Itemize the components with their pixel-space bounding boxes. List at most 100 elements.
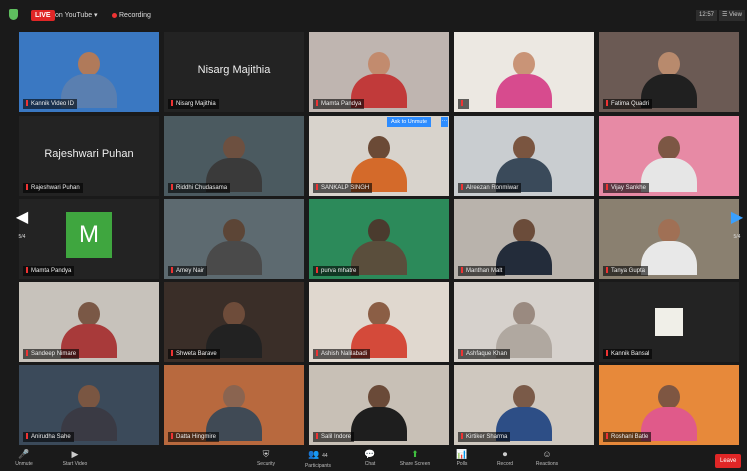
participant-tile[interactable]: Ashish Nalilabadi bbox=[309, 282, 449, 362]
participant-face bbox=[658, 219, 680, 243]
participant-tile[interactable]: Datta Hingmire bbox=[164, 365, 304, 445]
muted-mic-icon bbox=[171, 184, 173, 190]
share-screen-button[interactable]: ⬆ Share Screen bbox=[395, 449, 435, 469]
muted-mic-icon bbox=[316, 100, 318, 106]
participant-tile[interactable] bbox=[454, 32, 594, 112]
muted-mic-icon bbox=[171, 350, 173, 356]
participant-tile[interactable]: Anirudha Sahe bbox=[19, 365, 159, 445]
participant-tile[interactable]: Tanya Gupta bbox=[599, 199, 739, 279]
view-button[interactable]: ☰ View bbox=[719, 10, 745, 21]
participant-tile[interactable]: Amey Nair bbox=[164, 199, 304, 279]
muted-mic-icon bbox=[316, 433, 318, 439]
participant-name: Roshani Batle bbox=[611, 434, 649, 440]
participant-tile[interactable]: Ashfaque Khan bbox=[454, 282, 594, 362]
participant-name: Alreezan Ronmiwar bbox=[466, 185, 519, 191]
participant-tile[interactable]: Manthan Malt bbox=[454, 199, 594, 279]
unmute-button[interactable]: 🎤 Unmute bbox=[4, 449, 44, 469]
participant-tile[interactable]: Ask to Unmute ··· SANKALP SINGH bbox=[309, 116, 449, 196]
participant-name: Datta Hingmire bbox=[176, 434, 217, 440]
meeting-toolbar: 🎤 Unmute ▶ Start Video ⛨ Security 👥 44 P… bbox=[0, 447, 747, 471]
participant-nameplate: Fatima Quadri bbox=[603, 99, 653, 109]
muted-mic-icon bbox=[171, 100, 173, 106]
participant-avatar: M bbox=[66, 212, 112, 258]
participant-tile[interactable]: Vijay Sankhe bbox=[599, 116, 739, 196]
microphone-muted-icon: 🎤 bbox=[18, 449, 30, 459]
muted-mic-icon bbox=[171, 267, 173, 273]
polls-button[interactable]: 📊 Polls bbox=[442, 449, 482, 469]
participant-nameplate: Ashfaque Khan bbox=[458, 349, 511, 359]
participant-face bbox=[368, 136, 390, 160]
shield-icon: ⛨ bbox=[262, 449, 270, 459]
participant-tile[interactable]: Kannik Video ID bbox=[19, 32, 159, 112]
participant-tile[interactable]: Kannik Bansal bbox=[599, 282, 739, 362]
participant-face bbox=[368, 52, 390, 76]
participant-name: Kannik Bansal bbox=[611, 351, 650, 357]
participants-button[interactable]: 👥 44 Participants bbox=[298, 449, 338, 469]
start-video-button[interactable]: ▶ Start Video bbox=[55, 449, 95, 469]
participant-name: Amey Nair bbox=[176, 268, 205, 274]
participant-tile[interactable]: Alreezan Ronmiwar bbox=[454, 116, 594, 196]
muted-mic-icon bbox=[461, 184, 463, 190]
participant-tile[interactable]: Mamta Pandya bbox=[309, 32, 449, 112]
record-icon: ⏺ bbox=[502, 449, 508, 459]
security-shield-icon[interactable] bbox=[9, 9, 18, 20]
participant-video-frozen bbox=[655, 308, 683, 336]
participant-tile[interactable]: Riddhi Chudasama bbox=[164, 116, 304, 196]
participant-face bbox=[223, 302, 245, 326]
participant-nameplate: Amey Nair bbox=[168, 266, 208, 276]
participant-face bbox=[223, 219, 245, 243]
participant-tile[interactable]: Sandeep Nimare bbox=[19, 282, 159, 362]
reactions-button[interactable]: ☺ Reactions bbox=[527, 449, 567, 469]
muted-mic-icon bbox=[606, 350, 608, 356]
participant-face bbox=[658, 385, 680, 409]
chat-bubble-icon: 💬 bbox=[364, 449, 376, 459]
muted-mic-icon bbox=[606, 267, 608, 273]
live-badge[interactable]: LIVE bbox=[31, 10, 55, 21]
muted-mic-icon bbox=[316, 184, 318, 190]
leave-meeting-button[interactable]: Leave bbox=[715, 454, 742, 468]
youtube-stream-menu[interactable]: on YouTube ▾ bbox=[55, 10, 98, 21]
next-page-button[interactable]: ▶ 5/4 bbox=[729, 204, 745, 248]
participant-video bbox=[454, 32, 594, 112]
security-button[interactable]: ⛨ Security bbox=[246, 449, 286, 469]
participant-name: Mamta Pandya bbox=[31, 268, 72, 274]
participant-name: Kannik Video ID bbox=[31, 101, 74, 107]
page-indicator-left: 5/4 bbox=[18, 234, 26, 240]
participant-tile[interactable]: Fatima Quadri bbox=[599, 32, 739, 112]
participant-face bbox=[368, 302, 390, 326]
muted-mic-icon bbox=[26, 100, 28, 106]
participant-tile[interactable]: Salil Indore bbox=[309, 365, 449, 445]
participant-face bbox=[78, 385, 100, 409]
participant-face bbox=[513, 302, 535, 326]
participant-name: Tanya Gupta bbox=[611, 268, 646, 274]
previous-page-button[interactable]: ◀ 5/4 bbox=[14, 204, 30, 248]
participant-tile[interactable]: purva mhatre bbox=[309, 199, 449, 279]
participant-face bbox=[223, 385, 245, 409]
participant-tile[interactable]: Kirtiker Sharma bbox=[454, 365, 594, 445]
participant-tile[interactable]: M Mamta Pandya bbox=[19, 199, 159, 279]
participant-nameplate: Alreezan Ronmiwar bbox=[458, 183, 522, 193]
participant-figure bbox=[206, 219, 262, 275]
participant-name: Riddhi Chudasama bbox=[176, 185, 228, 191]
participant-face bbox=[368, 219, 390, 243]
ask-to-unmute-button[interactable]: Ask to Unmute bbox=[387, 117, 432, 127]
participant-figure bbox=[351, 385, 407, 441]
participant-display-name: Rajeshwari Puhan bbox=[44, 148, 134, 160]
bar-chart-icon: 📊 bbox=[456, 449, 468, 459]
more-options-icon[interactable]: ··· bbox=[441, 117, 448, 127]
muted-mic-icon bbox=[461, 100, 463, 106]
muted-mic-icon bbox=[26, 433, 28, 439]
participant-nameplate: Datta Hingmire bbox=[168, 432, 220, 442]
participant-face bbox=[513, 136, 535, 160]
participant-figure bbox=[496, 52, 552, 108]
participant-tile[interactable]: Rajeshwari Puhan Rajeshwari Puhan bbox=[19, 116, 159, 196]
chat-button[interactable]: 💬 Chat bbox=[350, 449, 390, 469]
participant-tile[interactable]: Nisarg Majithia Nisarg Majithia bbox=[164, 32, 304, 112]
record-button[interactable]: ⏺ Record bbox=[485, 449, 525, 469]
recording-indicator[interactable]: Recording bbox=[119, 10, 151, 21]
participant-tile[interactable]: Roshani Batle bbox=[599, 365, 739, 445]
participant-nameplate: Riddhi Chudasama bbox=[168, 183, 231, 193]
participant-tile[interactable]: Shweta Barave bbox=[164, 282, 304, 362]
participant-name: Shweta Barave bbox=[176, 351, 217, 357]
participant-figure bbox=[351, 219, 407, 275]
